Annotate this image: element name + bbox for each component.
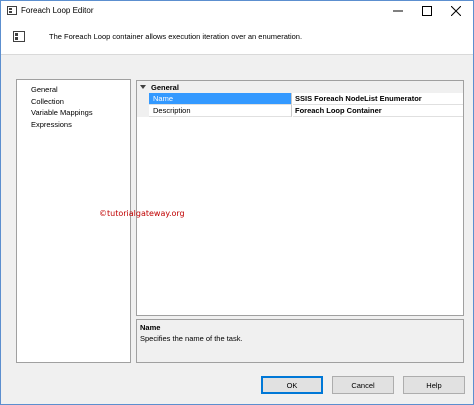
- nav-item-variable-mappings[interactable]: Variable Mappings: [17, 107, 130, 119]
- foreach-loop-icon: [13, 31, 25, 42]
- ok-button[interactable]: OK: [261, 376, 323, 394]
- property-row-description[interactable]: Description Foreach Loop Container: [137, 105, 463, 117]
- watermark-text: ©tutorialgateway.org: [99, 209, 185, 218]
- help-button[interactable]: Help: [403, 376, 465, 394]
- property-value[interactable]: Foreach Loop Container: [293, 105, 463, 117]
- category-label: General: [151, 83, 179, 92]
- property-name[interactable]: Description: [149, 105, 292, 117]
- header-description: The Foreach Loop container allows execut…: [49, 32, 303, 41]
- dialog-header: The Foreach Loop container allows execut…: [1, 21, 473, 55]
- property-help-pane: Name Specifies the name of the task.: [136, 319, 464, 363]
- property-row-name[interactable]: Name SSIS Foreach NodeList Enumerator: [137, 93, 463, 105]
- foreach-loop-editor-window: Foreach Loop Editor The Foreach Loop con…: [0, 0, 474, 405]
- maximize-icon: [422, 6, 432, 16]
- maximize-button[interactable]: [413, 1, 441, 21]
- close-icon: [451, 6, 461, 16]
- help-description: Specifies the name of the task.: [140, 334, 243, 343]
- category-row-general[interactable]: General: [137, 81, 463, 93]
- minimize-icon: [393, 10, 403, 12]
- row-gutter: [137, 105, 149, 117]
- window-title: Foreach Loop Editor: [21, 6, 94, 15]
- nav-item-general[interactable]: General: [17, 84, 130, 96]
- cancel-button[interactable]: Cancel: [332, 376, 394, 394]
- property-value[interactable]: SSIS Foreach NodeList Enumerator: [293, 93, 463, 105]
- property-name[interactable]: Name: [149, 93, 292, 105]
- close-button[interactable]: [442, 1, 470, 21]
- page-navigation-list: General Collection Variable Mappings Exp…: [16, 79, 131, 363]
- nav-item-collection[interactable]: Collection: [17, 96, 130, 108]
- collapse-caret-icon[interactable]: [139, 83, 147, 91]
- property-grid: General Name SSIS Foreach NodeList Enume…: [136, 80, 464, 316]
- foreach-loop-icon: [7, 6, 17, 15]
- minimize-button[interactable]: [384, 1, 412, 21]
- nav-item-expressions[interactable]: Expressions: [17, 119, 130, 131]
- row-gutter: [137, 93, 149, 105]
- help-title: Name: [140, 323, 161, 332]
- title-bar[interactable]: Foreach Loop Editor: [1, 1, 473, 21]
